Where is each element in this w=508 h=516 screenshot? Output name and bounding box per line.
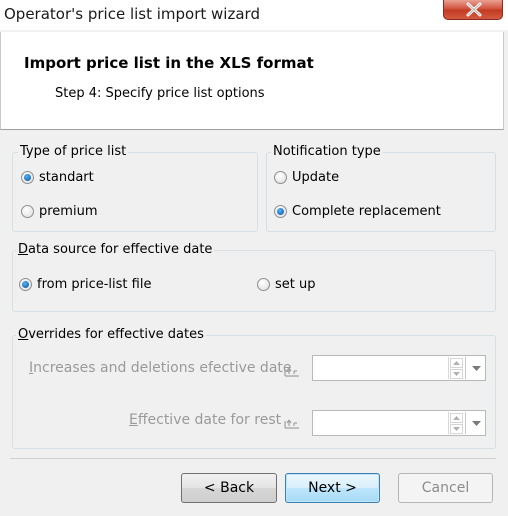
radio-premium-label: premium [39,204,98,219]
back-button[interactable]: < Back [181,473,277,503]
type-of-price-list-label: Type of price list [18,144,129,159]
rest-date-picker[interactable] [312,410,486,436]
overrides-label: Overrides for effective dates [16,327,206,342]
radio-set-up-label: set up [275,277,316,292]
rest-date-spinner[interactable] [448,412,463,434]
step-subtitle: Step 4: Specify price list options [55,86,265,101]
spin-down-icon[interactable] [450,369,463,379]
button-separator [10,458,496,459]
wizard-header [0,32,504,130]
chevron-down-icon [471,420,481,426]
radio-standart-label: standart [39,170,94,185]
close-icon [466,2,482,17]
radio-set-up[interactable]: set up [257,277,316,292]
notification-type-group [266,152,496,232]
radio-standart[interactable]: standart [21,170,94,185]
increases-date-spinner[interactable] [448,357,463,379]
window-title: Operator's price list import wizard [4,5,260,23]
cancel-button[interactable]: Cancel [398,473,493,503]
radio-update-label: Update [292,170,340,185]
increases-date-picker[interactable] [312,355,486,381]
radio-update[interactable]: Update [274,170,339,185]
radio-complete-replacement-label: Complete replacement [292,204,441,219]
increases-date-dropdown[interactable] [465,357,486,379]
data-source-label: Data source for effective date [16,242,215,257]
next-button[interactable]: Next > [285,473,380,503]
radio-button-checked[interactable] [274,205,287,218]
radio-from-price-list-file-label: from price-list file [37,277,152,292]
radio-button[interactable] [257,278,270,291]
close-button[interactable] [443,0,503,20]
effective-date-rest-label: Effective date for rest [129,412,282,428]
rest-date-dropdown[interactable] [465,412,486,434]
radio-button-checked[interactable] [19,278,32,291]
increases-deletions-date-label: Increases and deletions efective date [29,360,292,376]
spin-up-icon[interactable] [450,413,463,423]
page-title: Import price list in the XLS format [24,54,314,72]
radio-button-checked[interactable] [21,171,34,184]
spin-down-icon[interactable] [450,424,463,434]
type-of-price-list-group [12,152,258,232]
notification-type-label: Notification type [271,144,383,159]
calendar-icon[interactable] [284,417,300,429]
radio-complete-replacement[interactable]: Complete replacement [274,204,441,219]
calendar-icon[interactable] [284,365,300,377]
radio-button[interactable] [21,205,34,218]
spin-up-icon[interactable] [450,358,463,368]
chevron-down-icon [471,365,481,371]
radio-from-price-list-file[interactable]: from price-list file [19,277,151,292]
radio-button[interactable] [274,171,287,184]
radio-premium[interactable]: premium [21,204,98,219]
